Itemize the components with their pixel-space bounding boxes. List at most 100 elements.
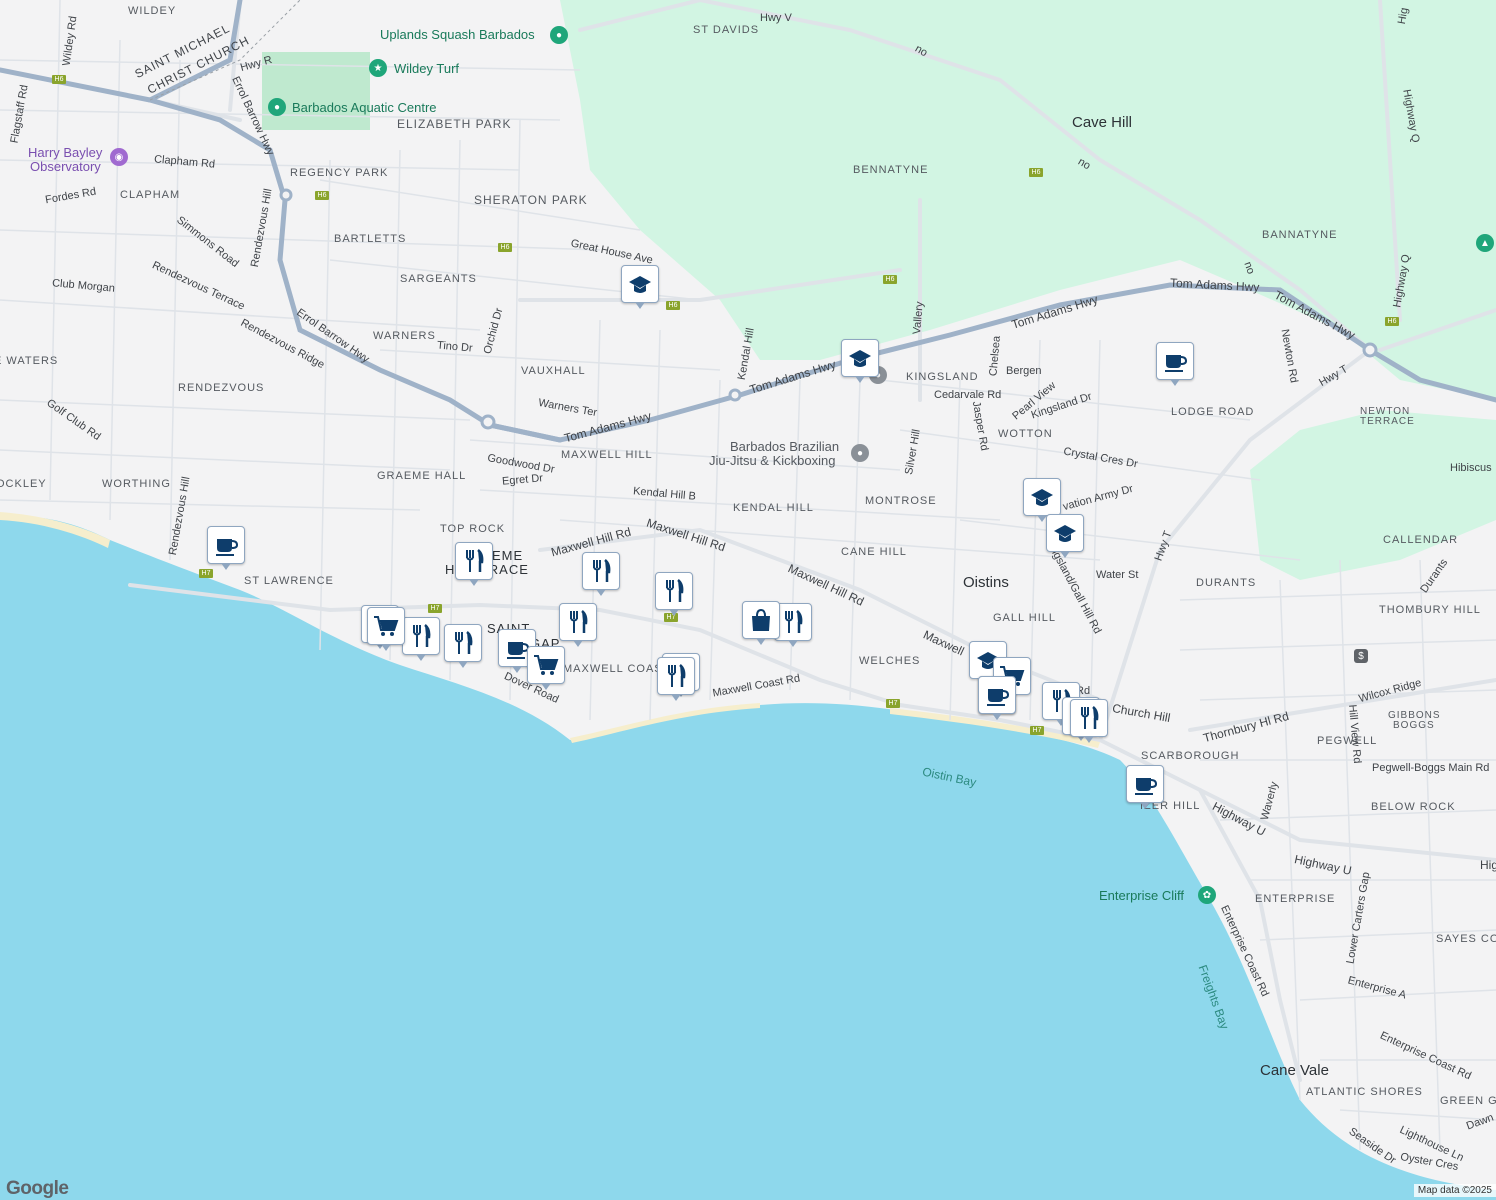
poi-wildey-turf[interactable]: Wildey Turf — [394, 61, 459, 76]
area-label: CLAPHAM — [120, 189, 181, 201]
coffee-icon — [1135, 778, 1158, 795]
area-label: WORTHING — [102, 478, 171, 490]
school-marker[interactable] — [841, 339, 879, 383]
restaurant-marker[interactable] — [655, 572, 693, 616]
restaurant-marker[interactable] — [657, 657, 695, 701]
area-label: TERRACE — [1360, 416, 1415, 427]
cafe-marker[interactable] — [207, 526, 245, 570]
restaurant-marker[interactable] — [455, 542, 493, 586]
road-label: Cedarvale Rd — [934, 389, 1002, 401]
restaurant-icon — [413, 624, 431, 647]
sports-icon[interactable]: ● — [550, 26, 568, 44]
shop-marker[interactable] — [742, 601, 780, 645]
sports-icon[interactable]: ★ — [369, 59, 387, 77]
area-label: GALL HILL — [993, 612, 1057, 624]
restaurant-marker[interactable] — [1070, 699, 1108, 743]
place-label: Cave Hill — [1072, 114, 1133, 131]
restaurant-marker[interactable] — [582, 552, 620, 596]
area-label: WELCHES — [859, 655, 921, 667]
pin-icon[interactable]: ● — [851, 444, 869, 462]
area-label: CANE HILL — [841, 546, 907, 558]
area-label: SHERATON PARK — [474, 193, 588, 207]
map-view[interactable]: WILDEY ST DAVIDS SAINT MICHAEL CHRIST CH… — [0, 0, 1496, 1200]
school-icon — [629, 276, 651, 293]
poi-uplands-squash[interactable]: Uplands Squash Barbados — [380, 27, 535, 42]
poi-harry-bayley[interactable]: Harry Bayley — [28, 145, 102, 160]
cafe-marker[interactable] — [1156, 342, 1194, 386]
restaurant-marker[interactable] — [402, 617, 440, 661]
area-label: WOTTON — [998, 428, 1053, 440]
route-shield: H7 — [428, 604, 442, 613]
area-label: WILDEY — [128, 5, 177, 17]
poi-enterprise-cliff[interactable]: Enterprise Cliff — [1099, 888, 1184, 903]
wildey-turf-park — [262, 52, 370, 130]
cafe-marker[interactable] — [978, 676, 1016, 720]
restaurant-icon — [668, 664, 686, 687]
area-label: ST LAWRENCE — [244, 575, 334, 587]
area-label: SAYES COU — [1436, 933, 1496, 945]
area-label: WARNERS — [373, 330, 436, 342]
coffee-icon — [216, 539, 239, 556]
restaurant-icon — [570, 610, 588, 633]
area-label: CALLENDAR — [1383, 534, 1459, 546]
restaurant-marker[interactable] — [444, 624, 482, 668]
school-icon — [1054, 525, 1076, 542]
grocery-marker[interactable] — [527, 646, 565, 690]
route-shield: H6 — [498, 243, 512, 252]
area-label: GRAEME HALL — [377, 470, 467, 482]
area-label: ENTERPRISE — [1255, 893, 1336, 905]
poi-harry-bayley[interactable]: Observatory — [30, 159, 101, 174]
school-marker[interactable] — [621, 265, 659, 309]
area-label: LODGE ROAD — [1171, 406, 1255, 418]
road-label: Pegwell-Boggs Main Rd — [1372, 762, 1490, 774]
school-marker[interactable] — [1023, 478, 1061, 522]
map-attribution: Map data ©2025 — [1413, 1184, 1496, 1197]
area-label: THOMBURY HILL — [1379, 604, 1481, 616]
cafe-marker[interactable] — [1126, 765, 1164, 809]
area-label: RENDEZVOUS — [178, 382, 265, 394]
route-shield: H6 — [1385, 317, 1399, 326]
restaurant-icon — [455, 631, 473, 654]
poi-bjj[interactable]: Jiu-Jitsu & Kickboxing — [709, 453, 835, 468]
area-label: EME — [492, 548, 524, 563]
area-label: BELOW ROCK — [1371, 801, 1456, 813]
atm-icon[interactable]: $ — [1354, 649, 1368, 663]
route-shield: H6 — [52, 75, 66, 84]
area-label: REGENCY PARK — [290, 167, 389, 179]
google-logo[interactable]: Google — [6, 1178, 69, 1200]
poi-aquatic-centre[interactable]: Barbados Aquatic Centre — [292, 100, 437, 115]
restaurant-icon — [593, 559, 611, 582]
area-label: BOGGS — [1393, 720, 1435, 731]
area-label: VAUXHALL — [521, 365, 586, 377]
area-label: KENDAL HILL — [733, 502, 814, 514]
area-label: BENNATYNE — [853, 164, 929, 176]
park-icon[interactable]: ▲ — [1476, 234, 1494, 252]
restaurant-icon — [785, 610, 803, 633]
route-shield: H6 — [315, 191, 329, 200]
area-label: DURANTS — [1196, 577, 1257, 589]
pool-icon[interactable]: ● — [268, 98, 286, 116]
road-label: Bergen — [1006, 365, 1042, 377]
grocery-marker[interactable] — [367, 607, 405, 651]
viewpoint-icon[interactable]: ✿ — [1198, 886, 1216, 904]
route-shield: H6 — [666, 301, 680, 310]
camera-icon[interactable]: ◉ — [110, 148, 128, 166]
route-shield: H7 — [199, 569, 213, 578]
cart-icon — [374, 616, 399, 636]
school-marker[interactable] — [1046, 514, 1084, 558]
coffee-icon — [1165, 355, 1188, 372]
area-label: GREEN GA — [1440, 1095, 1496, 1107]
area-label: BARTLETTS — [334, 233, 407, 245]
route-shield: H7 — [886, 699, 900, 708]
restaurant-marker[interactable] — [559, 603, 597, 647]
road-label: Hig — [1480, 858, 1496, 872]
restaurant-icon — [466, 549, 484, 572]
road-label: Hibiscus — [1450, 462, 1492, 474]
road-label: Water St — [1096, 569, 1139, 581]
restaurant-icon — [1081, 706, 1099, 729]
map-base — [0, 0, 1496, 1200]
school-icon — [849, 350, 871, 367]
area-label: MAXWELL COAST — [563, 663, 671, 675]
poi-bjj[interactable]: Barbados Brazilian — [730, 439, 839, 454]
school-icon — [1031, 489, 1053, 506]
